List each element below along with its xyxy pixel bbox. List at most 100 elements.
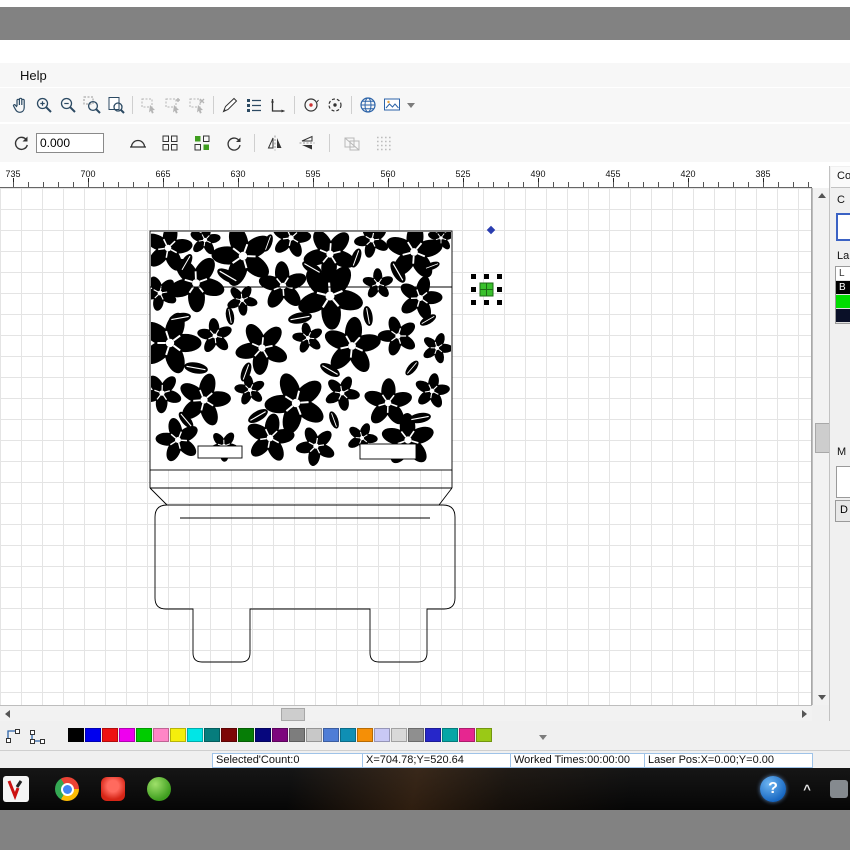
layer-row[interactable]: [836, 295, 850, 309]
palette-swatch[interactable]: [357, 728, 373, 742]
palette-swatch[interactable]: [187, 728, 203, 742]
desktop: { "menu": { "help": "Help" }, "toolbar":…: [0, 0, 850, 850]
palette-swatch[interactable]: [323, 728, 339, 742]
design-box-lid[interactable]: [136, 210, 458, 476]
ruler-label: 490: [530, 169, 545, 179]
simulate-dashed-icon[interactable]: [323, 93, 347, 117]
palette-swatch[interactable]: [221, 728, 237, 742]
download-button[interactable]: D: [835, 500, 850, 522]
ruler-label: 525: [455, 169, 470, 179]
palette-swatch[interactable]: [459, 728, 475, 742]
taskbar-wallpaper-streak: [180, 768, 740, 810]
select-remove-disabled-icon: [185, 93, 209, 117]
mirror-horizontal-icon[interactable]: [263, 131, 287, 155]
array-copy-icon[interactable]: [158, 131, 182, 155]
palette-swatch[interactable]: [442, 728, 458, 742]
taskbar-help-icon[interactable]: ?: [760, 776, 786, 802]
palette-swatch[interactable]: [340, 728, 356, 742]
color-palette-bar: [0, 721, 850, 750]
mirror-vertical-icon[interactable]: [295, 131, 319, 155]
status-bar: Selected'Count:0 X=704.78;Y=520.64 Worke…: [0, 750, 850, 768]
color-section-label: C: [837, 194, 845, 206]
palette-swatch[interactable]: [102, 728, 118, 742]
zoom-window-icon[interactable]: [80, 93, 104, 117]
layer-row[interactable]: [836, 309, 850, 323]
palette-swatch[interactable]: [255, 728, 271, 742]
layer-list[interactable]: LB: [835, 266, 850, 324]
move-section-label: M: [837, 446, 846, 458]
reference-point: [487, 226, 495, 234]
pan-tool-icon[interactable]: [8, 93, 32, 117]
rotate-tool-icon[interactable]: [222, 131, 246, 155]
taskbar-red-app-icon[interactable]: [100, 776, 126, 802]
taskbar-chrome-icon[interactable]: [54, 776, 80, 802]
zoom-page-icon[interactable]: [104, 93, 128, 117]
ruler-label: 455: [605, 169, 620, 179]
palette-swatch[interactable]: [408, 728, 424, 742]
right-dock-panel: Co C La LB M D: [829, 166, 850, 767]
menu-help[interactable]: Help: [12, 66, 55, 85]
vertical-scrollbar[interactable]: [812, 188, 829, 705]
scroll-left-button[interactable]: [0, 706, 15, 721]
reset-rotation-icon[interactable]: [10, 131, 34, 155]
scroll-right-button[interactable]: [797, 706, 812, 721]
palette-swatch[interactable]: [306, 728, 322, 742]
palette-swatch[interactable]: [289, 728, 305, 742]
toolbar-separator: [329, 134, 330, 152]
status-worked-times: Worked Times:00:00:00: [510, 753, 647, 768]
axis-origin-icon[interactable]: [266, 93, 290, 117]
zoom-in-icon[interactable]: [32, 93, 56, 117]
bitmap-image-icon[interactable]: [380, 93, 404, 117]
layout-grid-icon[interactable]: [28, 726, 48, 746]
palette-swatch[interactable]: [425, 728, 441, 742]
design-box-stand[interactable]: [150, 470, 455, 662]
palette-swatch[interactable]: [238, 728, 254, 742]
simulate-path-icon[interactable]: [299, 93, 323, 117]
scroll-down-button[interactable]: [814, 690, 829, 705]
palette-swatch[interactable]: [119, 728, 135, 742]
design-canvas[interactable]: [0, 188, 812, 705]
layer-row[interactable]: B: [836, 281, 850, 295]
panel-slider[interactable]: [836, 466, 850, 498]
preview-globe-icon[interactable]: [356, 93, 380, 117]
taskbar-rdworks-icon[interactable]: [3, 776, 29, 802]
horizontal-scroll-thumb[interactable]: [281, 708, 305, 721]
pick-pen-icon[interactable]: [218, 93, 242, 117]
palette-swatch[interactable]: [272, 728, 288, 742]
horizontal-scrollbar[interactable]: [0, 705, 812, 721]
palette-swatch[interactable]: [204, 728, 220, 742]
tray-misc-icon[interactable]: [826, 776, 850, 802]
desktop-bottom-strip: [0, 810, 850, 850]
menu-bar: Help: [0, 63, 850, 87]
weld-icon[interactable]: [126, 131, 150, 155]
selection-handles[interactable]: [471, 274, 502, 305]
palette-swatch[interactable]: [85, 728, 101, 742]
palette-overflow-caret[interactable]: [539, 735, 547, 740]
zoom-out-icon[interactable]: [56, 93, 80, 117]
current-color-swatch[interactable]: [836, 213, 850, 241]
rotation-input[interactable]: [36, 133, 104, 153]
select-disabled-icon: [137, 93, 161, 117]
horizontal-ruler: 735700665630595560525490455420385: [0, 168, 812, 188]
palette-swatch[interactable]: [68, 728, 84, 742]
taskbar-green-app-icon[interactable]: [146, 776, 172, 802]
palette-swatch[interactable]: [136, 728, 152, 742]
palette-swatch[interactable]: [170, 728, 186, 742]
layer-row[interactable]: L: [836, 267, 850, 281]
tab-color[interactable]: Co: [831, 167, 850, 188]
toolbar-separator: [254, 134, 255, 152]
palette-swatch[interactable]: [476, 728, 492, 742]
node-edit-icon[interactable]: [4, 726, 24, 746]
canvas-drawing: [0, 188, 812, 705]
palette-swatch[interactable]: [391, 728, 407, 742]
virtual-array-icon[interactable]: [190, 131, 214, 155]
scroll-up-button[interactable]: [814, 188, 829, 203]
tray-expand-chevron[interactable]: ^: [794, 776, 820, 802]
data-list-icon[interactable]: [242, 93, 266, 117]
layer-section-label: La: [837, 250, 849, 262]
vertical-scroll-thumb[interactable]: [815, 423, 830, 453]
status-cursor-position: X=704.78;Y=520.64: [362, 753, 513, 768]
palette-swatch[interactable]: [374, 728, 390, 742]
palette-swatch[interactable]: [153, 728, 169, 742]
toolbar-overflow-caret[interactable]: [407, 103, 415, 108]
